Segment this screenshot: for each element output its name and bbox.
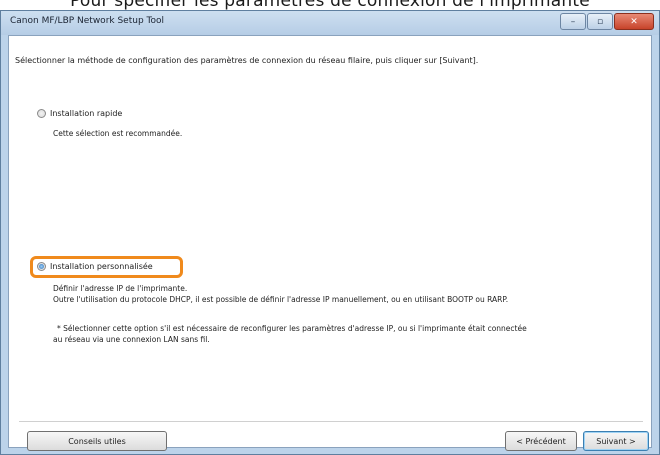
custom-install-note-line2: au réseau via une connexion LAN sans fil… <box>53 335 210 344</box>
title-bar[interactable]: Canon MF/LBP Network Setup Tool – ▫ ✕ <box>1 11 659 35</box>
useful-tips-button[interactable]: Conseils utiles <box>27 431 167 451</box>
dialog-content: Sélectionner la méthode de configuration… <box>8 35 652 451</box>
next-button[interactable]: Suivant > <box>583 431 649 451</box>
window-controls: – ▫ ✕ <box>560 13 654 30</box>
option-custom-install[interactable]: Installation personnalisée <box>37 262 153 271</box>
custom-install-description-line2: Outre l'utilisation du protocole DHCP, i… <box>53 295 509 304</box>
quick-install-description: Cette sélection est recommandée. <box>53 129 183 138</box>
custom-install-note-line1: * Sélectionner cette option s'il est néc… <box>57 324 527 333</box>
back-button[interactable]: < Précédent <box>505 431 577 451</box>
quick-install-label: Installation rapide <box>50 109 123 118</box>
option-quick-install[interactable]: Installation rapide <box>37 109 122 118</box>
close-button[interactable]: ✕ <box>614 13 654 30</box>
maximize-button[interactable]: ▫ <box>587 13 613 30</box>
custom-install-label: Installation personnalisée <box>50 262 153 271</box>
custom-install-radio[interactable] <box>37 262 46 271</box>
instruction-text: Sélectionner la méthode de configuration… <box>15 56 479 65</box>
quick-install-radio[interactable] <box>37 109 46 118</box>
minimize-button[interactable]: – <box>560 13 586 30</box>
footer-separator <box>19 421 643 422</box>
setup-window: Canon MF/LBP Network Setup Tool – ▫ ✕ Sé… <box>0 10 660 455</box>
custom-install-description-line1: Définir l'adresse IP de l'imprimante. <box>53 284 188 293</box>
window-title: Canon MF/LBP Network Setup Tool <box>10 16 165 26</box>
